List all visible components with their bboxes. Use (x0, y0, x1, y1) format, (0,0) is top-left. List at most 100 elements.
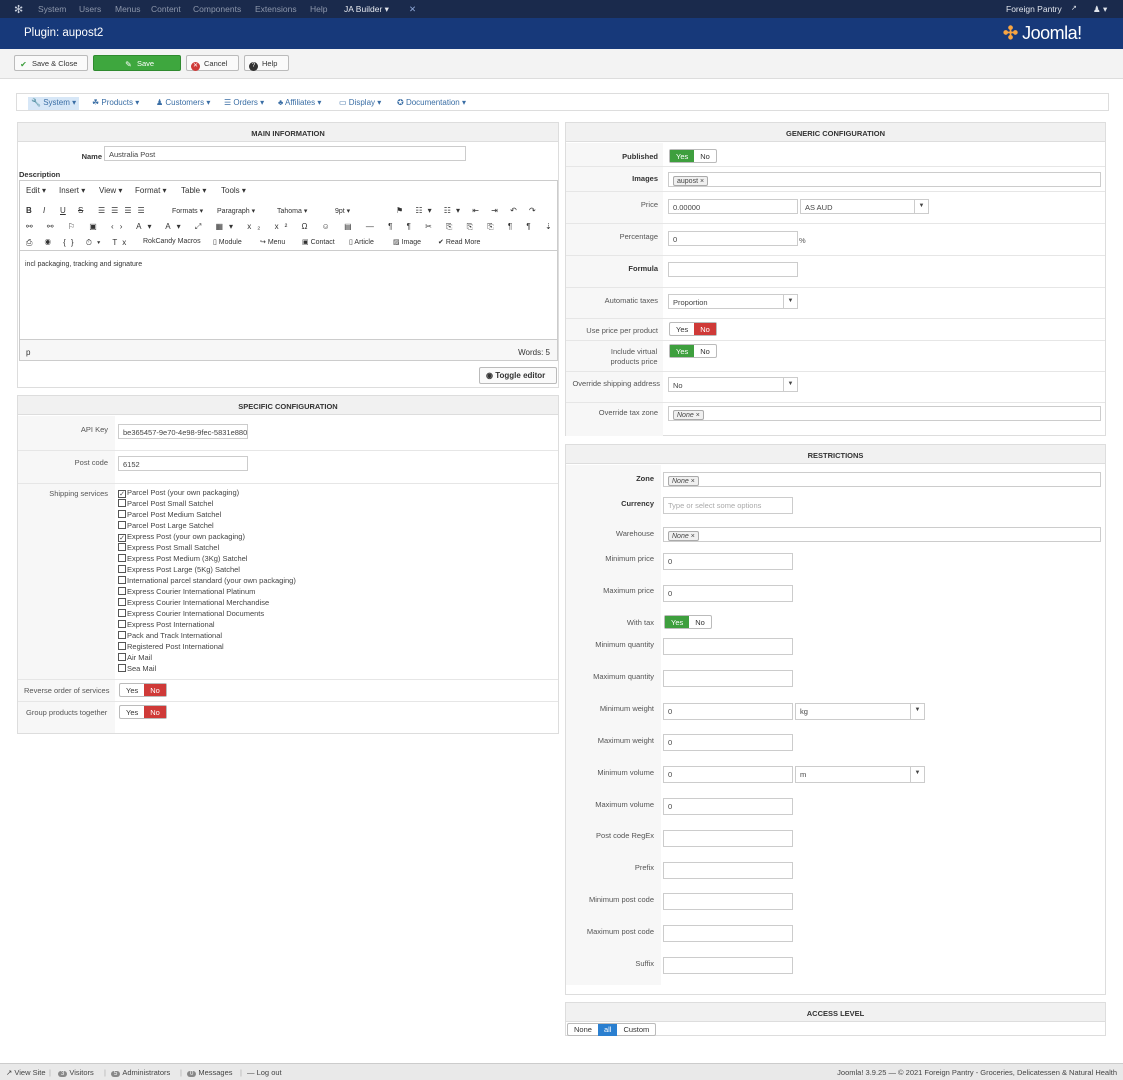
minimum-price-input[interactable]: 0 (663, 553, 793, 570)
strikethrough-button[interactable]: S (78, 206, 83, 215)
price-input[interactable]: 0.00000 (668, 199, 798, 214)
with-tax-yes[interactable]: Yes (665, 616, 690, 628)
submenu-display[interactable]: ▭ Display ▾ (336, 97, 384, 110)
align-icons[interactable]: ☰☰☰☰ (98, 206, 151, 215)
visitors-link[interactable]: 3 Visitors (58, 1068, 94, 1077)
checkbox[interactable] (118, 510, 126, 518)
submenu-system[interactable]: 🔧 System ▾ (28, 97, 80, 110)
name-input[interactable]: Australia Post (104, 146, 466, 161)
save-close-button[interactable]: ✔ Save & Close (14, 55, 88, 71)
paragraph-dropdown[interactable]: Paragraph ▾ (217, 207, 255, 215)
access-none[interactable]: None (568, 1024, 598, 1036)
toggle-editor-button[interactable]: ◉ Toggle editor (479, 367, 557, 384)
shipping-service-item[interactable]: Parcel Post Small Satchel (118, 499, 213, 508)
image-button[interactable]: ▨ Image (393, 238, 421, 246)
editor-menu-tools[interactable]: Tools ▾ (221, 186, 246, 195)
font-size-dropdown[interactable]: 9pt ▾ (335, 207, 350, 215)
font-family-dropdown[interactable]: Tahoma ▾ (277, 207, 307, 215)
price-currency-select[interactable]: AS AUD ▼ (800, 199, 929, 214)
reverse-no[interactable]: No (144, 684, 166, 696)
menu-button[interactable]: ↪ Menu (260, 238, 285, 246)
minimum-quantity-input[interactable] (663, 638, 793, 655)
nav-menus[interactable]: Menus (115, 4, 141, 14)
view-site-link[interactable]: ↗ View Site (6, 1068, 46, 1077)
nav-system[interactable]: System (38, 4, 66, 14)
shipping-service-item[interactable]: ✓ Express Post (your own packaging) (118, 532, 245, 542)
checkbox[interactable] (118, 609, 126, 617)
nav-components[interactable]: Components (193, 4, 241, 14)
checkbox[interactable] (118, 576, 126, 584)
submenu-affiliates[interactable]: ♣ Affiliates ▾ (275, 97, 324, 110)
include-virtual-yes[interactable]: Yes (670, 345, 695, 357)
checkbox[interactable] (118, 587, 126, 595)
reverse-order-toggle[interactable]: Yes No (119, 683, 167, 697)
zone-input[interactable]: None × (663, 472, 1101, 487)
shipping-service-item[interactable]: Express Post Large (5Kg) Satchel (118, 565, 240, 574)
nav-help[interactable]: Help (310, 4, 327, 14)
messages-link[interactable]: 0 Messages (187, 1068, 233, 1077)
editor-menu-view[interactable]: View ▾ (99, 186, 122, 195)
shipping-service-item[interactable]: Express Post International (118, 620, 215, 629)
override-shipping-select[interactable]: No ▼ (668, 377, 798, 392)
checkbox[interactable] (118, 598, 126, 606)
use-price-per-product-toggle[interactable]: Yes No (669, 322, 717, 336)
group-products-toggle[interactable]: Yes No (119, 705, 167, 719)
editor-menu-format[interactable]: Format ▾ (135, 186, 167, 195)
submenu-customers[interactable]: ♟ Customers ▾ (153, 97, 213, 110)
with-tax-toggle[interactable]: Yes No (664, 615, 712, 629)
include-virtual-no[interactable]: No (694, 345, 716, 357)
post-code-regex-input[interactable] (663, 830, 793, 847)
access-all[interactable]: all (597, 1024, 618, 1036)
user-icon[interactable]: ♟ ▾ (1093, 4, 1107, 15)
minimum-volume-input[interactable]: 0 (663, 766, 793, 783)
editor-menu-edit[interactable]: Edit ▾ (26, 186, 46, 195)
shipping-service-item[interactable]: Express Post Small Satchel (118, 543, 219, 552)
shipping-service-item[interactable]: Express Courier International Documents (118, 609, 264, 618)
shipping-service-item[interactable]: Parcel Post Large Satchel (118, 521, 214, 530)
nav-content[interactable]: Content (151, 4, 181, 14)
joomla-icon[interactable]: ✻ (14, 3, 26, 16)
checkbox[interactable] (118, 521, 126, 529)
override-tax-zone-input[interactable]: None × (668, 406, 1101, 421)
checkbox[interactable] (118, 664, 126, 672)
list-icons[interactable]: ⚑ ☷▾ ☷▾ ⇤ ⇥ ↶ ↷ (396, 206, 541, 215)
ja-builder-icon[interactable]: ✕ (409, 4, 416, 15)
weight-unit-select[interactable]: kg ▼ (795, 703, 925, 720)
contact-button[interactable]: ▣ Contact (302, 238, 335, 246)
access-level-toggle[interactable]: None all Custom (567, 1023, 657, 1036)
group-yes[interactable]: Yes (120, 706, 144, 718)
editor-content-area[interactable]: incl packaging, tracking and signature (20, 250, 557, 339)
api-key-input[interactable]: be365457-9e70-4e98-9fec-5831e880 (118, 424, 248, 439)
formula-input[interactable] (668, 262, 798, 277)
formats-dropdown[interactable]: Formats ▾ (172, 207, 203, 215)
save-button[interactable]: ✎ Save (93, 55, 181, 71)
checkbox[interactable] (118, 565, 126, 573)
include-virtual-toggle[interactable]: Yes No (669, 344, 717, 358)
logout-link[interactable]: — Log out (247, 1068, 282, 1077)
submenu-documentation[interactable]: ✪ Documentation ▾ (394, 97, 469, 110)
checkbox[interactable] (118, 620, 126, 628)
module-button[interactable]: ▯ Module (213, 238, 242, 246)
prefix-input[interactable] (663, 862, 793, 879)
access-custom[interactable]: Custom (617, 1024, 655, 1036)
shipping-service-item[interactable]: ✓ Parcel Post (your own packaging) (118, 488, 239, 498)
use-price-no[interactable]: No (694, 323, 716, 335)
italic-button[interactable]: I (43, 206, 45, 215)
published-no[interactable]: No (694, 150, 716, 162)
external-link-icon[interactable]: ↗ (1071, 4, 1077, 12)
administrators-link[interactable]: 5 Administrators (111, 1068, 170, 1077)
maximum-price-input[interactable]: 0 (663, 585, 793, 602)
checkbox[interactable] (118, 554, 126, 562)
nav-ja-builder[interactable]: JA Builder ▾ (344, 4, 389, 15)
checkbox[interactable] (118, 631, 126, 639)
cancel-button[interactable]: ✕ Cancel (186, 55, 239, 71)
shipping-service-item[interactable]: Sea Mail (118, 664, 156, 673)
checkbox[interactable] (118, 499, 126, 507)
use-price-yes[interactable]: Yes (670, 323, 694, 335)
shipping-service-item[interactable]: Express Courier International Merchandis… (118, 598, 269, 607)
checkbox-checked[interactable]: ✓ (118, 490, 126, 498)
shipping-service-item[interactable]: Express Courier International Platinum (118, 587, 255, 596)
shipping-service-item[interactable]: Air Mail (118, 653, 152, 662)
site-name-link[interactable]: Foreign Pantry (1006, 4, 1062, 14)
editor-menu-insert[interactable]: Insert ▾ (59, 186, 85, 195)
